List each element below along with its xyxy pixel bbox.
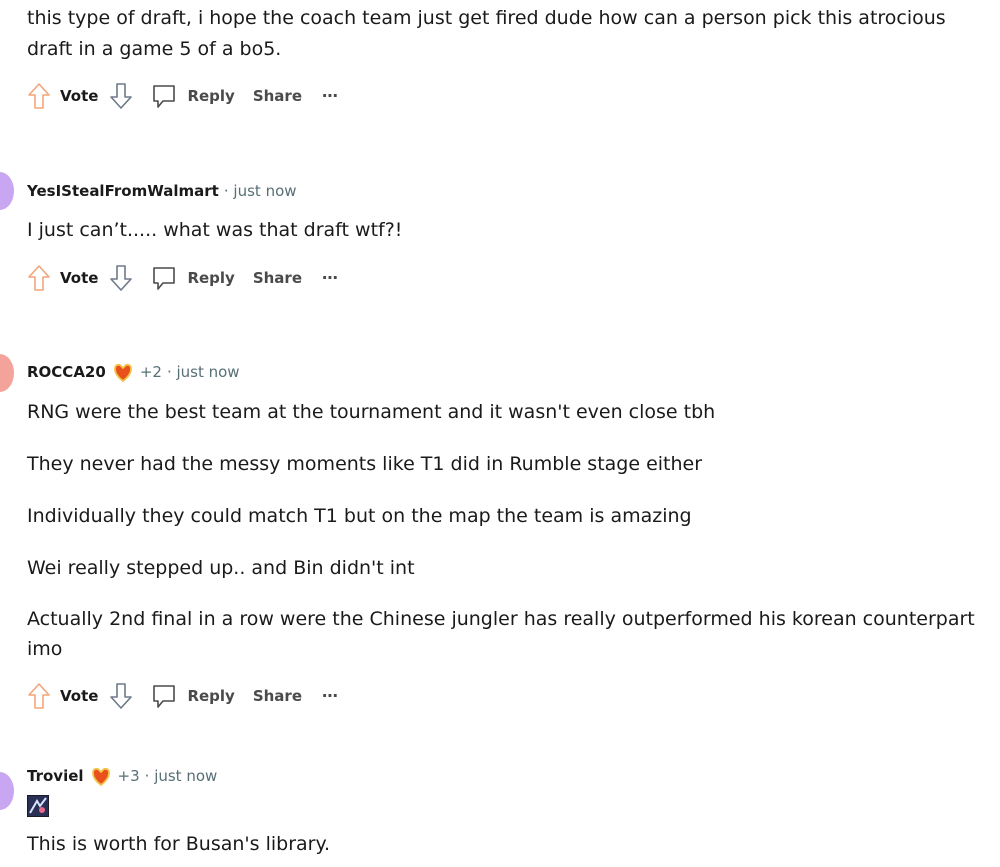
share-button[interactable]: Share [253,87,302,105]
flair-icon [112,361,134,383]
comment-1-actions: Vote Reply Share ⋯ [26,79,339,113]
downvote-icon[interactable] [108,263,134,293]
reply-button[interactable]: Reply [187,269,234,287]
flair-count: +2 [139,363,162,381]
comment-4-body: This is worth for Busan's library. [27,833,331,855]
avatar[interactable] [0,172,14,210]
reply-icon[interactable] [150,263,178,293]
comment-3-body-line-4: Wei really stepped up.. and Bin didn't i… [27,557,415,579]
upvote-icon[interactable] [26,263,52,293]
timestamp: · just now [166,363,240,381]
reply-button[interactable]: Reply [187,87,234,105]
author-name[interactable]: ROCCA20 [27,363,106,381]
vote-count: Vote [60,687,99,705]
reply-icon[interactable] [150,81,178,111]
more-icon[interactable]: ⋯ [322,88,339,104]
share-button[interactable]: Share [253,687,302,705]
more-icon[interactable]: ⋯ [322,688,339,704]
upvote-icon[interactable] [26,681,52,711]
comment-3-body-line-1: RNG were the best team at the tournament… [27,401,716,423]
upvote-icon[interactable] [26,81,52,111]
comment-3-body-line-6: imo [27,638,63,660]
comment-3-actions: Vote Reply Share ⋯ [26,679,339,713]
comment-2-actions: Vote Reply Share ⋯ [26,261,339,295]
comment-2-header: YesIStealFromWalmart · just now [27,181,297,200]
avatar[interactable] [0,772,14,810]
timestamp: · just now [223,182,297,200]
comment-1-body-line-1: this type of draft, i hope the coach tea… [27,7,946,29]
comment-3-body-line-2: They never had the messy moments like T1… [27,453,703,475]
timestamp: · just now [144,767,218,785]
more-icon[interactable]: ⋯ [322,270,339,286]
flair-count: +3 [117,767,140,785]
author-name[interactable]: YesIStealFromWalmart [27,182,219,200]
vote-count: Vote [60,269,99,287]
emote-image [27,795,49,817]
reply-button[interactable]: Reply [187,687,234,705]
comment-2-body: I just can’t..... what was that draft wt… [27,219,403,241]
downvote-icon[interactable] [108,81,134,111]
share-button[interactable]: Share [253,269,302,287]
vote-count: Vote [60,87,99,105]
comment-3-header: ROCCA20 +2 · just now [27,361,240,383]
comment-1-body-line-2: draft in a game 5 of a bo5. [27,38,282,60]
comment-4-header: Troviel +3 · just now [27,765,217,787]
downvote-icon[interactable] [108,681,134,711]
avatar[interactable] [0,354,14,392]
flair-icon [90,765,112,787]
reply-icon[interactable] [150,681,178,711]
comment-3-body-line-3: Individually they could match T1 but on … [27,505,692,527]
author-name[interactable]: Troviel [27,767,84,785]
comment-3-body-line-5: Actually 2nd final in a row were the Chi… [27,608,975,630]
